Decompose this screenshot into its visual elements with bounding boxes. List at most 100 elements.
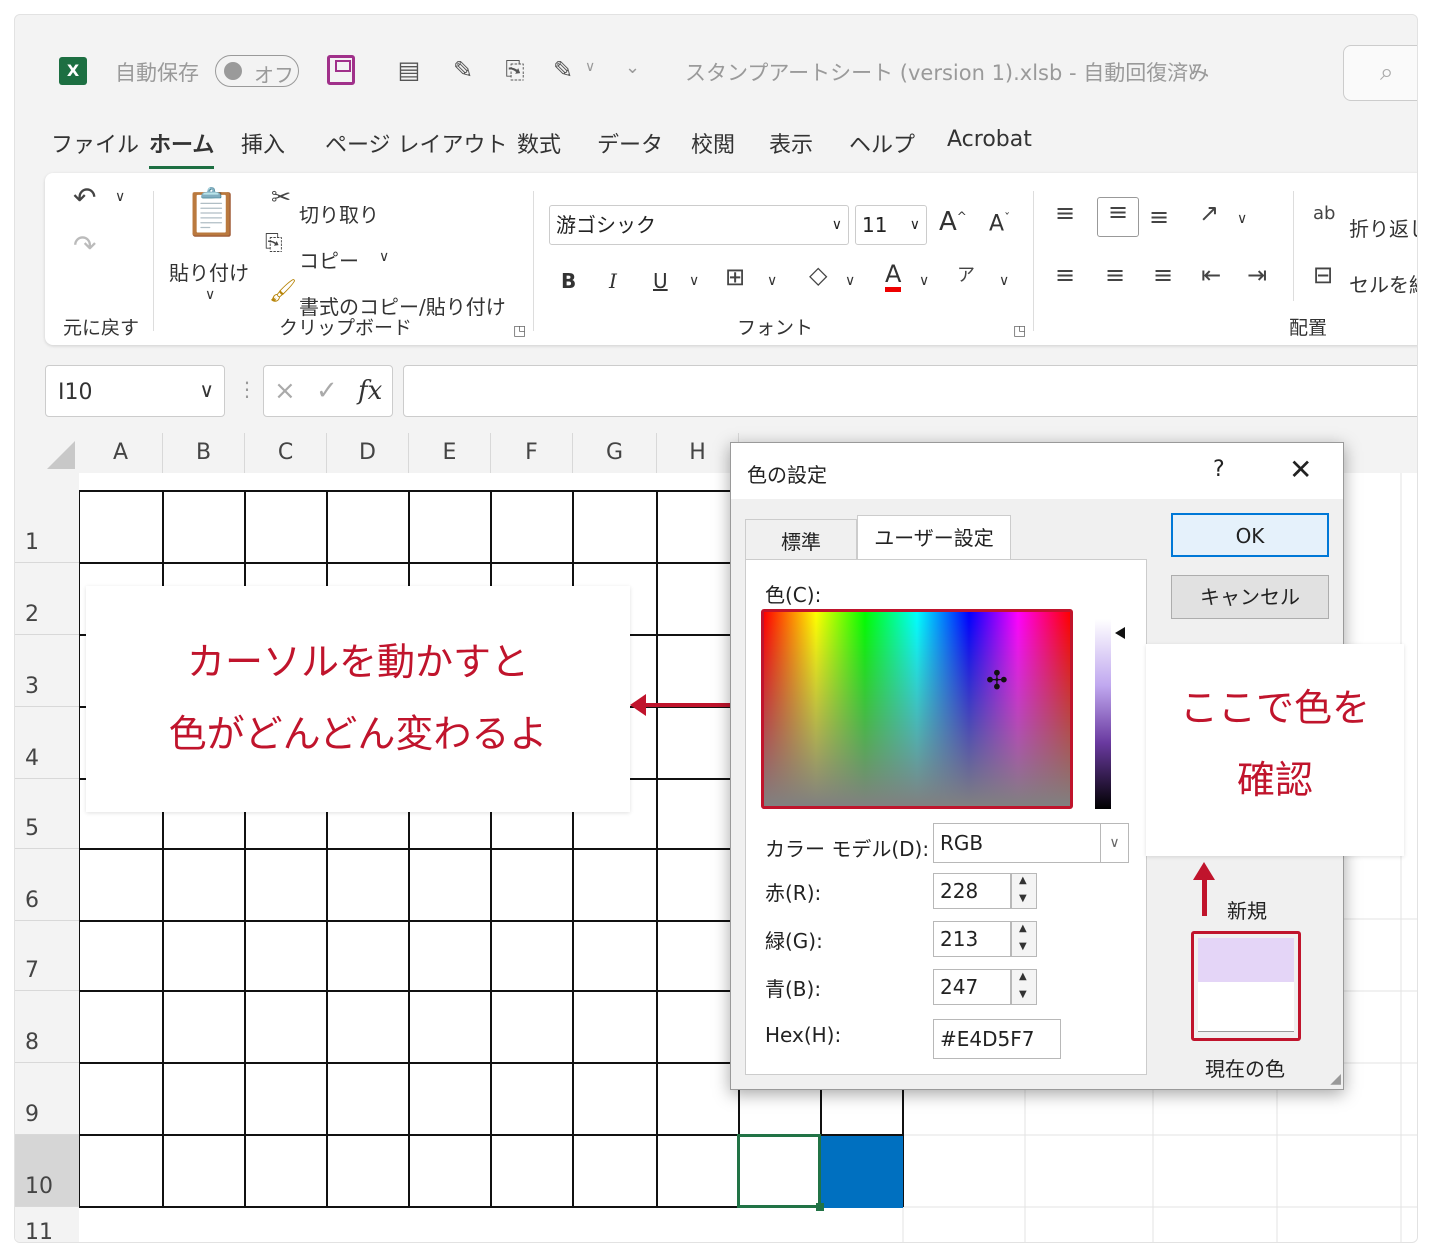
tab-acrobat[interactable]: Acrobat [947,127,1032,152]
phonetic-chevron-icon[interactable]: ∨ [999,273,1009,289]
row-header[interactable]: 8 [15,991,79,1063]
wrap-text-button[interactable]: 折り返し [1349,213,1417,242]
column-header[interactable]: B [163,433,245,473]
align-top-icon[interactable]: ≡ [1055,199,1075,227]
column-header[interactable]: H [657,433,739,473]
luminance-pointer-icon[interactable] [1115,627,1125,639]
tab-file[interactable]: ファイル [51,127,139,159]
tab-view[interactable]: 表示 [769,127,813,159]
share-doc-icon[interactable]: ✎ [549,55,577,85]
color-spectrum[interactable]: ✣ [761,609,1073,809]
insert-function-icon[interactable]: fx [358,376,382,406]
orientation-icon[interactable]: ↗ [1199,199,1219,227]
decrease-indent-icon[interactable]: ⇤ [1201,261,1221,289]
font-size-select[interactable]: 11 ∨ [855,205,927,245]
color-model-chevron-icon[interactable]: ∨ [1100,824,1128,862]
name-box[interactable]: I10 ∨ [45,365,225,417]
cut-button[interactable]: 切り取り [299,199,379,228]
hex-input[interactable]: #E4D5F7 [933,1019,1061,1059]
column-header[interactable]: D [327,433,409,473]
tab-data[interactable]: データ [597,127,663,159]
paste-chevron-icon[interactable]: ∨ [205,287,215,303]
row-header[interactable]: 2 [15,563,79,635]
clipboard-launcher-icon[interactable]: ◳ [513,323,526,339]
align-left-icon[interactable]: ≡ [1055,261,1075,289]
search-box[interactable]: ⌕ [1343,45,1417,101]
font-launcher-icon[interactable]: ◳ [1013,323,1026,339]
column-header[interactable]: C [245,433,327,473]
undo-icon[interactable]: ↶ [73,181,96,214]
luminance-slider[interactable] [1095,619,1111,809]
select-all-button[interactable] [15,433,79,473]
paste-icon[interactable]: 📋 [183,185,240,240]
red-spinner[interactable] [1011,873,1037,909]
tab-page-layout[interactable]: ページ レイアウト [325,127,508,159]
column-header[interactable]: G [573,433,657,473]
enter-formula-icon[interactable]: ✓ [316,376,338,406]
red-input[interactable]: 228 [933,873,1011,909]
row-header[interactable]: 4 [15,707,79,779]
column-header[interactable]: A [79,433,163,473]
row-header[interactable]: 11 [15,1207,79,1242]
cancel-formula-icon[interactable]: × [274,376,296,406]
align-right-icon[interactable]: ≡ [1153,261,1173,289]
merge-icon[interactable]: ⊟ [1313,261,1333,289]
align-center-icon[interactable]: ≡ [1105,261,1125,289]
blue-spinner[interactable] [1011,969,1037,1005]
ok-button[interactable]: OK [1171,513,1329,557]
italic-button[interactable]: I [609,269,617,293]
underline-chevron-icon[interactable]: ∨ [689,273,699,289]
fill-chevron-icon[interactable]: ∨ [845,273,855,289]
row-header-selected[interactable]: 10 [15,1135,79,1207]
splitter-icon[interactable]: ⋮ [237,377,257,401]
close-button[interactable]: ✕ [1289,453,1312,486]
help-button[interactable]: ? [1213,457,1225,482]
row-header[interactable]: 1 [15,473,79,563]
row-header[interactable]: 6 [15,849,79,921]
color-model-select[interactable]: RGB ∨ [933,823,1129,863]
autosave-toggle[interactable]: オフ [215,55,299,87]
wrap-text-icon[interactable]: ab [1313,203,1335,224]
tab-review[interactable]: 校閲 [691,127,735,159]
tab-home[interactable]: ホーム [149,127,215,169]
copy-chevron-icon[interactable]: ∨ [379,249,389,265]
filled-cell[interactable] [821,1136,903,1208]
borders-icon[interactable]: ⊞ [725,263,745,291]
align-bottom-icon[interactable]: ≡ [1149,203,1169,231]
edit-doc-icon[interactable]: ✎ [449,55,477,85]
active-cell[interactable] [737,1134,824,1211]
bold-button[interactable]: B [561,269,576,293]
crosshair-icon[interactable]: ✣ [986,666,1008,696]
font-name-select[interactable]: 游ゴシック ∨ [549,205,849,245]
underline-button[interactable]: U [653,269,668,293]
font-color-chevron-icon[interactable]: ∨ [919,273,929,289]
tab-insert[interactable]: 挿入 [241,127,285,159]
name-box-chevron-icon[interactable]: ∨ [199,378,214,402]
orientation-chevron-icon[interactable]: ∨ [1237,211,1247,227]
customize-toolbar-icon[interactable]: ⌄ [625,57,640,78]
merge-button[interactable]: セルを結 [1349,269,1417,298]
fill-color-icon[interactable]: ◇ [809,261,827,289]
increase-indent-icon[interactable]: ⇥ [1247,261,1267,289]
blue-input[interactable]: 247 [933,969,1011,1005]
green-spinner[interactable] [1011,921,1037,957]
row-header[interactable]: 5 [15,779,79,849]
resize-grip-icon[interactable]: ◢ [1330,1071,1341,1087]
align-middle-icon[interactable]: ≡ [1097,197,1139,237]
tab-standard[interactable]: 標準 [745,519,857,559]
redo-icon[interactable]: ↷ [73,229,96,262]
copy-doc-icon[interactable]: ⎘ [501,55,529,85]
title-chevron-icon[interactable]: ∨ [1187,59,1199,78]
font-color-icon[interactable]: A [885,261,902,292]
shrink-font-icon[interactable]: Aˇ [989,211,1010,236]
column-header[interactable]: E [409,433,491,473]
cancel-button[interactable]: キャンセル [1171,575,1329,619]
row-header[interactable]: 3 [15,635,79,707]
tab-custom[interactable]: ユーザー設定 [857,515,1011,559]
paste-button[interactable]: 貼り付け [169,257,249,286]
borders-chevron-icon[interactable]: ∨ [767,273,777,289]
tab-formulas[interactable]: 数式 [517,127,561,159]
copy-button[interactable]: コピー [299,245,359,274]
column-header[interactable]: F [491,433,573,473]
save-icon[interactable] [327,55,355,85]
